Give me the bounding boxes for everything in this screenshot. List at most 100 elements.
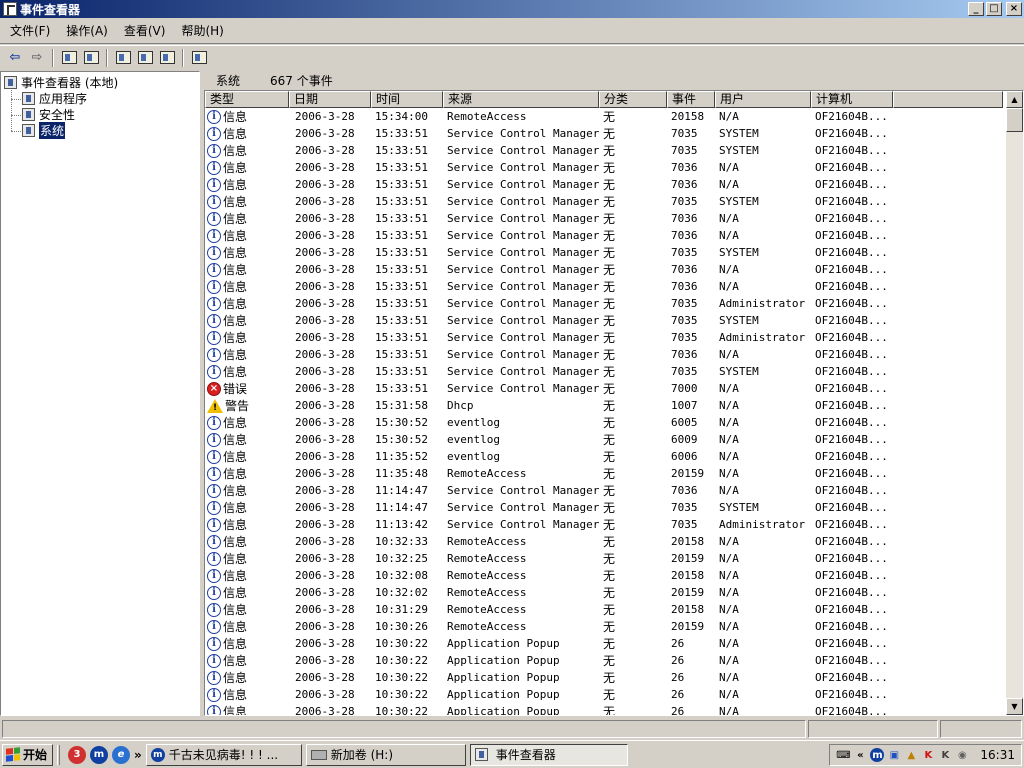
forward-arrow-icon[interactable]: ⇨ xyxy=(26,48,48,68)
table-row[interactable]: × 错误 2006-3-28 15:33:51 Service Control Mana… xyxy=(205,380,1008,397)
type-label: 信息 xyxy=(223,484,248,498)
table-row[interactable]: i 信息 2006-3-28 11:35:48 RemoteAccess 无 20159 N/… xyxy=(205,465,1008,482)
scroll-up-arrow-icon[interactable]: ▲ xyxy=(1006,91,1023,108)
task-button-virus-page[interactable]: m 千古未见病毒! ! ! ... xyxy=(145,743,302,766)
table-row[interactable]: i 信息 2006-3-28 10:32:08 RemoteAccess 无 20158 N/… xyxy=(205,567,1008,584)
tree-item-application[interactable]: 应用程序 xyxy=(22,90,87,107)
table-row[interactable]: i 信息 2006-3-28 15:33:51 Service Control Mana… xyxy=(205,193,1008,210)
table-row[interactable]: i 信息 2006-3-28 10:30:26 RemoteAccess 无 20159 N/… xyxy=(205,618,1008,635)
cell-date: 2006-3-28 xyxy=(295,178,355,191)
table-row[interactable]: i 信息 2006-3-28 10:32:33 RemoteAccess 无 20158 N/… xyxy=(205,533,1008,550)
column-header-event[interactable]: 事件 xyxy=(667,91,715,108)
menu-help[interactable]: 帮助(H) xyxy=(173,22,231,39)
cell-computer: OF21604B... xyxy=(815,331,888,344)
properties-icon[interactable] xyxy=(112,48,134,68)
start-button[interactable]: 开始 xyxy=(2,743,54,766)
tray-network-icon[interactable]: ▣ xyxy=(887,748,901,762)
tray-m-icon[interactable]: m xyxy=(870,748,885,762)
table-row[interactable]: i 信息 2006-3-28 11:13:42 Service Control Mana… xyxy=(205,516,1008,533)
table-row[interactable]: i 信息 2006-3-28 15:33:51 Service Control Mana… xyxy=(205,329,1008,346)
help-icon[interactable] xyxy=(188,48,210,68)
task-button-event-viewer[interactable]: 事件查看器 xyxy=(469,743,628,766)
table-row[interactable]: i 信息 2006-3-28 11:14:47 Service Control Mana… xyxy=(205,482,1008,499)
table-row[interactable]: i 信息 2006-3-28 15:33:51 Service Control Mana… xyxy=(205,278,1008,295)
type-label: 信息 xyxy=(223,688,248,702)
table-row[interactable]: i 信息 2006-3-28 15:33:51 Service Control Mana… xyxy=(205,261,1008,278)
back-arrow-icon[interactable]: ⇦ xyxy=(4,48,26,68)
cell-computer: OF21604B... xyxy=(815,484,888,497)
quick-launch-more[interactable]: » xyxy=(134,748,142,762)
table-row[interactable]: i 信息 2006-3-28 15:34:00 RemoteAccess 无 20158 N/… xyxy=(205,108,1008,125)
table-row[interactable]: i 信息 2006-3-28 10:32:25 RemoteAccess 无 20159 N/… xyxy=(205,550,1008,567)
tray-security-alert-icon[interactable]: ▲ xyxy=(904,748,918,762)
table-row[interactable]: i 信息 2006-3-28 15:30:52 eventlog 无 6005 N/A OF21… xyxy=(205,414,1008,431)
quick-launch-browser-m-icon[interactable]: m xyxy=(90,745,109,764)
cell-category: 无 xyxy=(603,212,616,226)
table-row[interactable]: i 信息 2006-3-28 10:31:29 RemoteAccess 无 20158 N/… xyxy=(205,601,1008,618)
tray-k-icon[interactable]: K xyxy=(938,748,952,762)
table-row[interactable]: i 信息 2006-3-28 15:33:51 Service Control Mana… xyxy=(205,159,1008,176)
column-header-category[interactable]: 分类 xyxy=(599,91,667,108)
cell-date: 2006-3-28 xyxy=(295,603,355,616)
column-header-computer[interactable]: 计算机 xyxy=(811,91,893,108)
table-row[interactable]: i 信息 2006-3-28 15:33:51 Service Control Mana… xyxy=(205,125,1008,142)
tray-antivirus-k-icon[interactable]: K xyxy=(921,748,935,762)
cell-user: N/A xyxy=(719,467,739,480)
tree-item-system[interactable]: 系统 xyxy=(22,122,66,139)
table-row[interactable]: i 信息 2006-3-28 15:30:52 eventlog 无 6009 N/A OF21… xyxy=(205,431,1008,448)
column-header-date[interactable]: 日期 xyxy=(289,91,371,108)
table-row[interactable]: i 信息 2006-3-28 15:33:51 Service Control Mana… xyxy=(205,176,1008,193)
tray-expand-button[interactable]: « xyxy=(853,748,867,762)
type-label: 信息 xyxy=(223,280,248,294)
table-row[interactable]: i 信息 2006-3-28 15:33:51 Service Control Mana… xyxy=(205,346,1008,363)
maximize-button[interactable]: □ xyxy=(986,2,1002,16)
table-row[interactable]: i 信息 2006-3-28 15:33:51 Service Control Mana… xyxy=(205,227,1008,244)
task-button-new-volume[interactable]: 新加卷 (H:) xyxy=(305,743,466,766)
cell-category: 无 xyxy=(603,382,616,396)
table-row[interactable]: i 信息 2006-3-28 10:30:22 Application Popup 无 26… xyxy=(205,652,1008,669)
internet-explorer-icon[interactable]: e xyxy=(112,745,131,764)
table-row[interactable]: i 信息 2006-3-28 15:33:51 Service Control Mana… xyxy=(205,142,1008,159)
refresh-icon[interactable] xyxy=(134,48,156,68)
info-icon: i xyxy=(207,432,221,447)
quick-launch-app-icon[interactable]: 3 xyxy=(68,745,87,764)
up-folder-icon[interactable] xyxy=(58,48,80,68)
type-label: 信息 xyxy=(223,246,248,260)
cell-category: 无 xyxy=(603,569,616,583)
table-row[interactable]: 警告 2006-3-28 15:31:58 Dhcp 无 1007 N/A OF21604B.… xyxy=(205,397,1008,414)
table-row[interactable]: i 信息 2006-3-28 15:33:51 Service Control Mana… xyxy=(205,363,1008,380)
table-row[interactable]: i 信息 2006-3-28 15:33:51 Service Control Mana… xyxy=(205,244,1008,261)
table-row[interactable]: i 信息 2006-3-28 15:33:51 Service Control Mana… xyxy=(205,210,1008,227)
minimize-button[interactable]: _ xyxy=(968,2,984,16)
export-list-icon[interactable] xyxy=(156,48,178,68)
table-row[interactable]: i 信息 2006-3-28 10:30:22 Application Popup 无 26… xyxy=(205,669,1008,686)
menu-file[interactable]: 文件(F) xyxy=(2,22,58,39)
tray-shield-icon[interactable]: ◉ xyxy=(955,748,969,762)
vertical-scrollbar[interactable]: ▲ ▼ xyxy=(1006,91,1023,715)
column-header-time[interactable]: 时间 xyxy=(371,91,443,108)
scroll-down-arrow-icon[interactable]: ▼ xyxy=(1006,698,1023,715)
toolbar-separator xyxy=(106,48,108,67)
column-header-user[interactable]: 用户 xyxy=(715,91,811,108)
column-header-source[interactable]: 来源 xyxy=(443,91,599,108)
table-row[interactable]: i 信息 2006-3-28 11:14:47 Service Control Mana… xyxy=(205,499,1008,516)
column-header-type[interactable]: 类型 xyxy=(205,91,289,108)
table-row[interactable]: i 信息 2006-3-28 11:35:52 eventlog 无 6006 N/A OF21… xyxy=(205,448,1008,465)
table-row[interactable]: i 信息 2006-3-28 15:33:51 Service Control Mana… xyxy=(205,295,1008,312)
show-hide-tree-icon[interactable] xyxy=(80,48,102,68)
type-label: 信息 xyxy=(223,195,248,209)
table-row[interactable]: i 信息 2006-3-28 15:33:51 Service Control Mana… xyxy=(205,312,1008,329)
table-row[interactable]: i 信息 2006-3-28 10:30:22 Application Popup 无 26… xyxy=(205,703,1008,715)
close-button[interactable]: × xyxy=(1006,2,1022,16)
menu-view[interactable]: 查看(V) xyxy=(116,22,174,39)
table-row[interactable]: i 信息 2006-3-28 10:32:02 RemoteAccess 无 20159 N/… xyxy=(205,584,1008,601)
event-viewer-app-icon[interactable] xyxy=(3,2,17,16)
tray-keyboard-icon[interactable]: ⌨ xyxy=(836,748,850,762)
table-row[interactable]: i 信息 2006-3-28 10:30:22 Application Popup 无 26… xyxy=(205,635,1008,652)
cell-event: 26 xyxy=(671,654,685,667)
tree-root-event-viewer[interactable]: 事件查看器 (本地) xyxy=(4,74,118,91)
table-row[interactable]: i 信息 2006-3-28 10:30:22 Application Popup 无 26… xyxy=(205,686,1008,703)
tree-item-security[interactable]: 安全性 xyxy=(22,106,75,123)
scroll-thumb[interactable] xyxy=(1006,108,1023,132)
menu-action[interactable]: 操作(A) xyxy=(58,22,116,39)
